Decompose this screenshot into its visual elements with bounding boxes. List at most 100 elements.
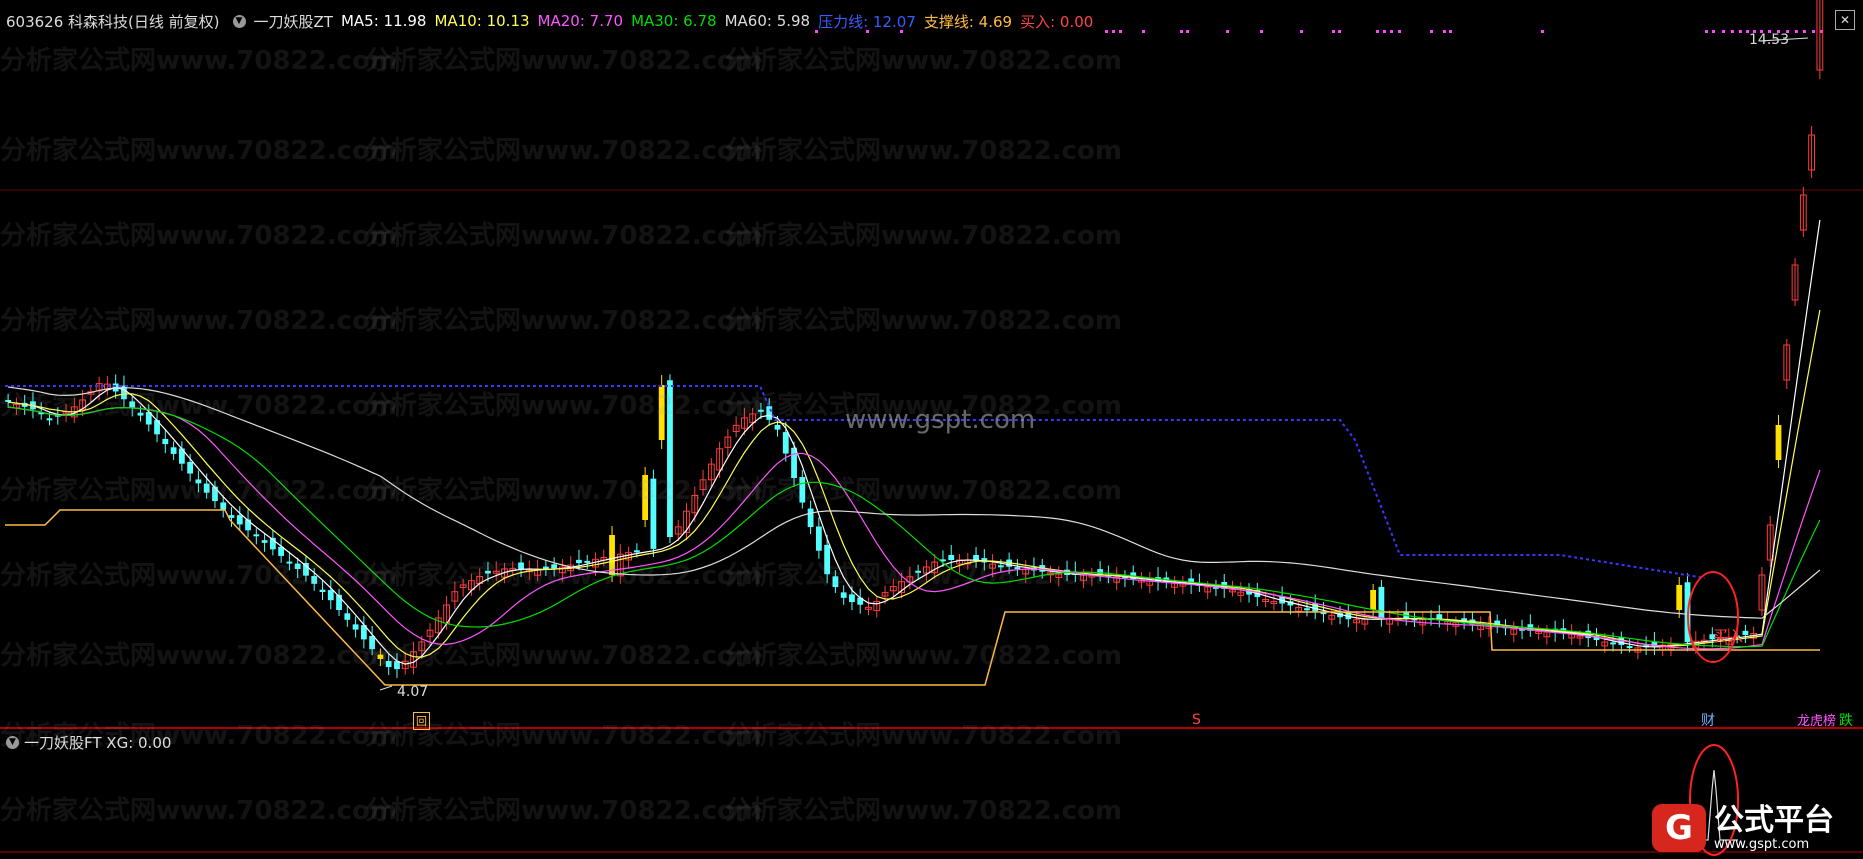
close-icon[interactable]: ✕: [1835, 10, 1855, 30]
high-price-label: 14.53: [1749, 32, 1790, 48]
watermark-text: 分析家公式网www.70822.com: [725, 136, 1122, 166]
watermark-text: 分析家公式网www.70822.com: [365, 641, 762, 671]
watermark-text: 分析家公式网www.70822.com: [0, 306, 397, 336]
low-label-leader: [379, 685, 393, 691]
watermark-text: 分析家公式网www.70822.com: [725, 306, 1122, 336]
watermark-text: 分析家公式网www.70822.com: [365, 476, 762, 506]
signal-dot: [1390, 30, 1393, 33]
watermark-text: 分析家公式网www.70822.com: [0, 796, 397, 826]
watermark-text: 分析家公式网www.70822.com: [0, 641, 397, 671]
watermark-text: 分析家公式网www.70822.com: [0, 46, 397, 76]
stock-chart-window: 分析家公式网www.70822.com 分析家公式网www.70822.com 分析…: [0, 0, 1863, 859]
candle-body: [1610, 642, 1616, 645]
candle-body: [344, 613, 351, 620]
logo-title: 公式平台: [1714, 802, 1834, 838]
signal-dot: [1541, 30, 1544, 33]
watermark-text: 分析家公式网www.70822.com: [725, 46, 1122, 76]
indicator-name[interactable]: 一刀妖股ZT: [254, 11, 333, 32]
candle-body: [1676, 585, 1683, 610]
buy-signal-label: 买入: [1713, 627, 1744, 645]
ma20-line: [8, 406, 1821, 650]
candle-body: [815, 526, 822, 551]
signal-dot: [1398, 30, 1401, 33]
event-s-marker[interactable]: S: [1192, 712, 1201, 728]
ma30-value: MA30: 6.78: [631, 12, 717, 30]
signal-dot: [1705, 30, 1708, 33]
candle-body: [849, 594, 855, 603]
pressure-value: 压力线: 12.07: [818, 12, 916, 31]
signal-dot: [1443, 30, 1446, 33]
signal-dot: [1338, 30, 1341, 33]
watermark-text: 分析家公式网www.70822.com: [725, 721, 1122, 751]
signal-dot: [1186, 30, 1189, 33]
watermark-text: 分析家公式网www.70822.com: [365, 391, 762, 421]
site-watermark: www.gspt.com: [845, 405, 1036, 435]
indicator-select-icon[interactable]: ▼: [232, 14, 246, 28]
watermark-text: 分析家公式网www.70822.com: [0, 476, 397, 506]
signal-dot: [1226, 30, 1229, 33]
watermark-text: 分析家公式网www.70822.com: [725, 476, 1122, 506]
signal-dot: [1383, 30, 1386, 33]
watermark-text: 分析家公式网www.70822.com: [365, 796, 762, 826]
watermark-text: 分析家公式网www.70822.com: [0, 136, 397, 166]
signal-dot: [1731, 30, 1734, 33]
candle-body: [633, 550, 640, 553]
candle-body: [807, 508, 814, 528]
watermark-text: 分析家公式网www.70822.com: [725, 641, 1122, 671]
watermark-text: 分析家公式网www.70822.com: [365, 221, 762, 251]
watermark-text: 分析家公式网www.70822.com: [365, 46, 762, 76]
candle-body: [1370, 590, 1377, 610]
signal-dot: [1449, 30, 1452, 33]
signal-dot: [1119, 30, 1122, 33]
sub-indicator-select-icon[interactable]: ▼: [6, 735, 19, 749]
low-price-label: 4.07: [397, 684, 429, 700]
candle-body: [261, 540, 268, 543]
candle-body: [162, 438, 169, 445]
event-die-marker[interactable]: 跌: [1839, 710, 1853, 730]
watermark-text: 分析家公式网www.70822.com: [0, 221, 397, 251]
signal-dot: [1112, 30, 1115, 33]
sub-indicator-label[interactable]: 一刀妖股FT XG: 0.00: [24, 732, 171, 753]
candle-body: [1378, 586, 1385, 619]
stock-title[interactable]: 603626 科森科技(日线 前复权): [6, 11, 220, 32]
candle-body: [253, 534, 260, 537]
signal-dot: [1180, 30, 1183, 33]
ma10-value: MA10: 10.13: [434, 12, 530, 30]
candle-body: [782, 432, 789, 454]
candle-body: [236, 515, 243, 525]
candle-body: [840, 592, 847, 598]
ma60-value: MA60: 5.98: [724, 12, 811, 30]
signal-dot: [1142, 30, 1145, 33]
event-cai-marker[interactable]: 财: [1701, 710, 1715, 730]
ma20-value: MA20: 7.70: [537, 12, 624, 30]
watermark-text: 分析家公式网www.70822.com: [725, 796, 1122, 826]
candle-body: [170, 447, 177, 454]
watermark-text: 分析家公式网www.70822.com: [365, 306, 762, 336]
watermark-text: 分析家公式网www.70822.com: [0, 561, 397, 591]
signal-dot: [1300, 30, 1303, 33]
logo-g-icon: G: [1652, 804, 1706, 852]
event-box-marker[interactable]: 回: [413, 712, 430, 730]
candle-body: [1742, 630, 1749, 635]
watermark-text: 分析家公式网www.70822.com: [725, 221, 1122, 251]
signal-dot: [1803, 30, 1806, 33]
watermark-text: 分析家公式网www.70822.com: [365, 561, 762, 591]
ma30-line: [8, 406, 1821, 648]
signal-dot: [1260, 30, 1263, 33]
logo-url: www.gspt.com: [1714, 836, 1810, 852]
support-value: 支撑线: 4.69: [923, 12, 1013, 31]
signal-dot: [1795, 30, 1798, 33]
signal-dot: [1332, 30, 1335, 33]
candle-body: [1304, 608, 1310, 611]
signal-dot: [1430, 30, 1433, 33]
signal-dot: [1812, 30, 1815, 33]
candle-body: [1775, 425, 1782, 460]
candle-body: [1626, 646, 1633, 649]
buy-value: 买入: 0.00: [1020, 12, 1094, 31]
candle-body: [774, 424, 781, 430]
signal-dot: [1712, 30, 1715, 33]
main-chart-header: 603626 科森科技(日线 前复权) ▼ 一刀妖股ZT MA5: 11.98 …: [6, 10, 1101, 32]
sub-chart-header: ▼ 一刀妖股FT XG: 0.00: [6, 731, 171, 753]
event-longhubang-marker[interactable]: 龙虎榜: [1797, 710, 1836, 729]
signal-dot: [1376, 30, 1379, 33]
